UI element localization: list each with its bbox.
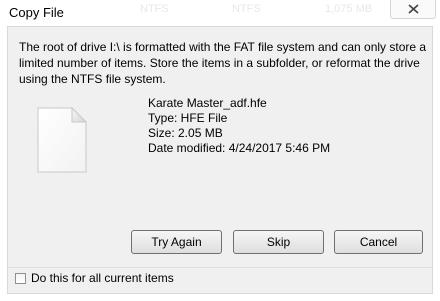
file-date-modified: Date modified: 4/24/2017 5:46 PM xyxy=(148,141,331,155)
divider xyxy=(8,267,432,268)
close-icon xyxy=(408,4,419,14)
background-column-text: NTFS xyxy=(140,3,169,15)
background-column-text: 1,075 MB xyxy=(325,3,373,15)
background-column-text: NTFS xyxy=(232,3,261,15)
try-again-button[interactable]: Try Again xyxy=(131,230,222,254)
file-size: Size: 2.05 MB xyxy=(148,126,223,140)
dialog-body: The root of drive I:\ is formatted with … xyxy=(7,26,433,294)
file-details: Karate Master_adf.hfe Type: HFE File Siz… xyxy=(148,96,330,156)
cancel-button[interactable]: Cancel xyxy=(334,230,423,254)
title-bar[interactable]: Copy File NTFS NTFS 1,075 MB xyxy=(0,0,440,26)
apply-to-all-option[interactable]: Do this for all current items xyxy=(15,270,174,286)
close-button[interactable] xyxy=(390,0,436,19)
copy-file-dialog: Copy File NTFS NTFS 1,075 MB The root of… xyxy=(0,0,440,301)
dialog-title: Copy File xyxy=(9,5,64,20)
blank-document-icon xyxy=(37,106,88,176)
skip-button[interactable]: Skip xyxy=(233,230,324,254)
apply-to-all-checkbox[interactable] xyxy=(15,272,26,284)
file-type: Type: HFE File xyxy=(148,111,228,125)
apply-to-all-label[interactable]: Do this for all current items xyxy=(31,271,174,285)
file-name: Karate Master_adf.hfe xyxy=(148,96,267,110)
error-message: The root of drive I:\ is formatted with … xyxy=(19,40,427,86)
